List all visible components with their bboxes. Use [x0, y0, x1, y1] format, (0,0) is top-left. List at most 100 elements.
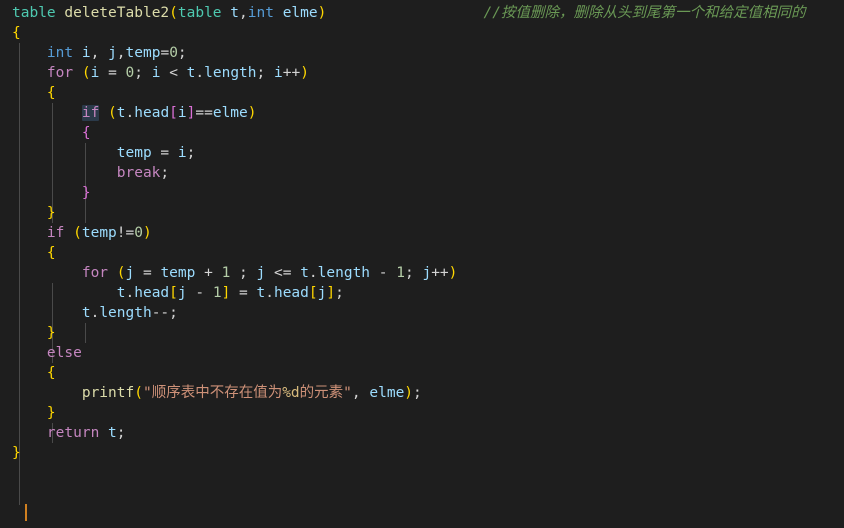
code-token: } — [81, 185, 91, 201]
code-line-content: } — [12, 403, 56, 423]
code-token: ; — [256, 65, 274, 81]
code-token: = — [142, 265, 152, 281]
code-token: ] — [326, 285, 336, 301]
code-line[interactable]: for (j = temp + 1 ; j <= t.length - 1; j… — [0, 263, 844, 283]
code-token: [ — [308, 285, 318, 301]
code-token: ; — [160, 165, 170, 181]
code-line[interactable]: } — [0, 403, 844, 423]
code-line[interactable]: { — [0, 23, 844, 43]
code-token: ( — [134, 385, 143, 401]
code-token: { — [12, 25, 21, 41]
code-line[interactable]: if (t.head[i]==elme) — [0, 103, 844, 123]
code-token: 1 — [212, 285, 222, 301]
code-token: ; — [177, 45, 187, 61]
code-line-content: { — [12, 243, 56, 263]
code-line[interactable]: int i, j,temp=0; — [0, 43, 844, 63]
code-token: < — [169, 65, 178, 81]
code-line[interactable]: { — [0, 243, 844, 263]
code-token: ) — [247, 105, 257, 121]
code-token: j — [256, 265, 266, 281]
code-token: int — [247, 5, 274, 21]
code-token: != — [116, 225, 135, 241]
code-token: temp — [116, 145, 152, 161]
code-token: j — [177, 285, 187, 301]
code-token: ++ — [431, 265, 449, 281]
code-line[interactable]: } — [0, 203, 844, 223]
code-line[interactable]: t.head[j - 1] = t.head[j]; — [0, 283, 844, 303]
code-editor[interactable]: table deleteTable2(table t,int elme) //按… — [0, 0, 844, 528]
code-token: , — [116, 45, 126, 61]
code-token: else — [46, 345, 82, 361]
code-token: deleteTable2 — [64, 5, 170, 21]
code-line[interactable]: { — [0, 83, 844, 103]
code-token: i — [81, 45, 91, 61]
code-token: { — [46, 85, 56, 101]
code-line-content: } — [12, 183, 91, 203]
code-token: length — [317, 265, 371, 281]
code-token: . — [125, 285, 135, 301]
code-line[interactable]: { — [0, 363, 844, 383]
code-line-content: t.length--; — [12, 303, 178, 323]
code-line-content: temp = i; — [12, 143, 196, 163]
code-token: , — [239, 5, 248, 21]
code-line[interactable]: } — [0, 443, 844, 463]
code-line[interactable]: return t; — [0, 423, 844, 443]
code-line[interactable]: break; — [0, 163, 844, 183]
code-line[interactable]: } — [0, 323, 844, 343]
code-token: 的元素" — [299, 385, 352, 401]
code-token: . — [90, 305, 100, 321]
code-line-content: int i, j,temp=0; — [12, 43, 187, 63]
code-line-content: if (t.head[i]==elme) — [12, 103, 257, 123]
code-line[interactable]: { — [0, 123, 844, 143]
code-token: ; — [413, 385, 422, 401]
code-token: ] — [221, 285, 231, 301]
code-line[interactable]: temp = i; — [0, 143, 844, 163]
code-token: = — [160, 145, 170, 161]
code-token: { — [46, 245, 56, 261]
code-line[interactable]: table deleteTable2(table t,int elme) //按… — [0, 3, 844, 23]
code-surface[interactable]: table deleteTable2(table t,int elme) //按… — [0, 0, 844, 528]
code-token: elme — [212, 105, 248, 121]
code-token: ) — [404, 385, 414, 401]
code-token: table — [177, 5, 222, 21]
code-token: ( — [116, 265, 126, 281]
code-token: 0 — [169, 45, 178, 61]
code-line[interactable]: for (i = 0; i < t.length; i++) — [0, 63, 844, 83]
code-token: head — [273, 285, 309, 301]
code-line[interactable]: t.length--; — [0, 303, 844, 323]
code-token: if — [46, 225, 65, 241]
code-line[interactable]: } — [0, 183, 844, 203]
text-cursor — [25, 504, 27, 521]
code-token: , — [90, 45, 109, 61]
code-token: ; — [230, 265, 257, 281]
code-token: [ — [169, 285, 178, 301]
code-token: for — [81, 265, 109, 281]
code-token: } — [46, 205, 56, 221]
code-token: ) — [142, 225, 152, 241]
code-token: ) — [448, 265, 458, 281]
code-lines[interactable]: table deleteTable2(table t,int elme) //按… — [0, 3, 844, 463]
code-line[interactable]: printf("顺序表中不存在值为%d的元素", elme); — [0, 383, 844, 403]
code-token: "顺序表中不存在值为 — [142, 385, 283, 401]
code-token: head — [134, 105, 170, 121]
code-line[interactable]: else — [0, 343, 844, 363]
code-line[interactable]: if (temp!=0) — [0, 223, 844, 243]
